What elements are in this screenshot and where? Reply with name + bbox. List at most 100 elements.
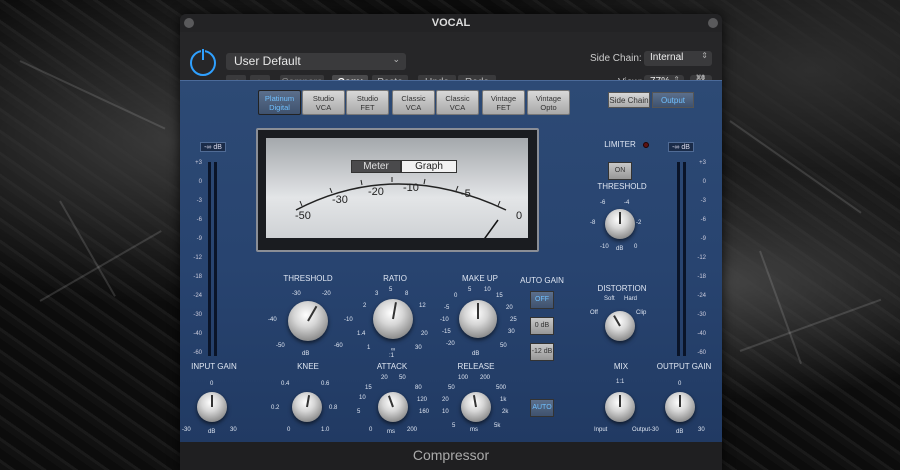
power-icon[interactable] [190, 48, 216, 76]
knob-scale-tick: dB [616, 246, 624, 252]
knob-scale-tick: 30 [508, 329, 515, 335]
model-button[interactable]: Studio VCA [302, 90, 345, 115]
knob-scale-tick: 20 [442, 397, 449, 403]
knob-scale-tick: dB [676, 429, 684, 435]
meter-tick: -10 [403, 182, 419, 194]
model-button[interactable]: Classic VCA [392, 90, 435, 115]
knee-knob[interactable] [292, 392, 322, 422]
knob-scale-tick: 200 [480, 375, 491, 381]
side-chain-select[interactable]: Internal ⇕ [644, 51, 712, 66]
knob-scale-tick: -5 [444, 305, 450, 311]
input-meter-left [208, 162, 211, 356]
auto-gain-minus12-button[interactable]: -12 dB [530, 343, 554, 361]
meter-scale-tick: 0 [198, 179, 202, 185]
knob-scale-tick: Soft [604, 296, 615, 302]
knob-scale-tick: 2 [363, 303, 367, 309]
meter-scale-tick: -60 [697, 350, 706, 356]
meter-scale-tick: -30 [193, 312, 202, 318]
knob-scale-tick: -10 [344, 317, 353, 323]
knob-scale-tick: 80 [415, 385, 422, 391]
mix-knob[interactable] [605, 392, 635, 422]
model-button[interactable]: Vintage FET [482, 90, 525, 115]
auto-release-button[interactable]: AUTO [530, 399, 554, 417]
titlebar: VOCAL [180, 14, 722, 32]
knob-scale-tick: -20 [322, 291, 331, 297]
distortion-knob[interactable] [605, 311, 635, 341]
meter-scale-tick: -9 [700, 236, 706, 242]
output-gain-knob[interactable] [665, 392, 695, 422]
knob-scale-tick: 0 [454, 293, 458, 299]
knob-pointer [619, 212, 621, 224]
output-meter-right [683, 162, 686, 356]
meter-scale-tick: -3 [700, 198, 706, 204]
limiter-threshold-knob[interactable] [605, 209, 635, 239]
limiter-on-button[interactable]: ON [608, 162, 632, 180]
attack-knob[interactable] [378, 392, 408, 422]
meter-scale-arc [295, 177, 507, 238]
ratio-knob[interactable] [373, 299, 413, 339]
knob-scale-tick: 100 [458, 375, 469, 381]
output-view-button[interactable]: Output [652, 92, 694, 108]
knob-scale-tick: 10 [484, 287, 491, 293]
sidechain-view-button[interactable]: Side Chain [608, 92, 650, 108]
knob-scale-tick: 2k [502, 409, 509, 415]
meter-scale-tick: -6 [196, 217, 202, 223]
knob-pointer [472, 395, 477, 408]
auto-gain-0db-button[interactable]: 0 dB [530, 317, 554, 335]
model-button[interactable]: Classic VCA [436, 90, 479, 115]
input-gain-knob[interactable] [197, 392, 227, 422]
knob-scale-tick: 1.0 [321, 427, 330, 433]
knob-scale-tick: -6 [600, 200, 606, 206]
model-button[interactable]: Studio FET [346, 90, 389, 115]
auto-gain-label: AUTO GAIN [520, 276, 564, 285]
knob-scale-tick: -60 [334, 343, 343, 349]
knob-scale-tick: ms [387, 429, 395, 435]
auto-gain-off-button[interactable]: OFF [530, 291, 554, 309]
knob-pointer [307, 305, 318, 322]
preset-menu[interactable]: User Default ⌄ [226, 53, 406, 70]
model-button[interactable]: Platinum Digital [258, 90, 301, 115]
knob-scale-tick: 3 [375, 291, 379, 297]
window-resize-dot[interactable] [708, 18, 718, 28]
knob-scale-tick: 10 [359, 395, 366, 401]
knob-scale-tick: 5 [468, 287, 472, 293]
knob-scale-tick: -30 [292, 291, 301, 297]
knob-scale-tick: -8 [590, 220, 596, 226]
knob-scale-tick: ms [470, 427, 478, 433]
meter-scale-tick: -12 [193, 255, 202, 261]
knob-pointer [619, 395, 621, 407]
input-gain-label: INPUT GAIN [191, 362, 237, 371]
knob-scale-tick: 0 [210, 381, 214, 387]
knob-scale-tick: Output [632, 427, 651, 433]
meter-scale-tick: +3 [699, 160, 706, 166]
knob-scale-tick: 0.2 [271, 405, 280, 411]
knob-scale-tick: 0 [369, 427, 373, 433]
knob-scale-tick: 50 [448, 385, 455, 391]
knob-pointer [477, 303, 479, 319]
threshold-label: THRESHOLD [283, 274, 333, 283]
knob-scale-tick: 8 [405, 291, 409, 297]
knob-scale-tick: 1.4 [357, 331, 366, 337]
knob-scale-tick: 5k [494, 423, 501, 429]
makeup-knob[interactable] [459, 300, 497, 338]
window-title: VOCAL [431, 17, 471, 29]
knob-scale-tick: 15 [365, 385, 372, 391]
knob-scale-tick: Clip [636, 310, 647, 316]
model-button[interactable]: Vintage Opto [527, 90, 570, 115]
threshold-knob[interactable] [288, 301, 328, 341]
knob-scale-tick: -10 [440, 317, 449, 323]
knob-scale-tick: -20 [446, 341, 455, 347]
knee-label: KNEE [297, 362, 319, 371]
knob-scale-tick: Off [590, 310, 598, 316]
knob-scale-tick: -10 [600, 244, 609, 250]
knob-pointer [613, 315, 621, 327]
knob-scale-tick: dB [208, 429, 216, 435]
release-knob[interactable] [461, 392, 491, 422]
side-chain-label: Side Chain: [590, 53, 642, 64]
meter-tick: 0 [516, 210, 523, 222]
knob-pointer [387, 395, 394, 408]
knob-scale-tick: 10 [442, 409, 449, 415]
knob-scale-tick: -30 [650, 427, 659, 433]
knob-scale-tick: 120 [417, 397, 428, 403]
knob-scale-tick: 15 [496, 293, 503, 299]
